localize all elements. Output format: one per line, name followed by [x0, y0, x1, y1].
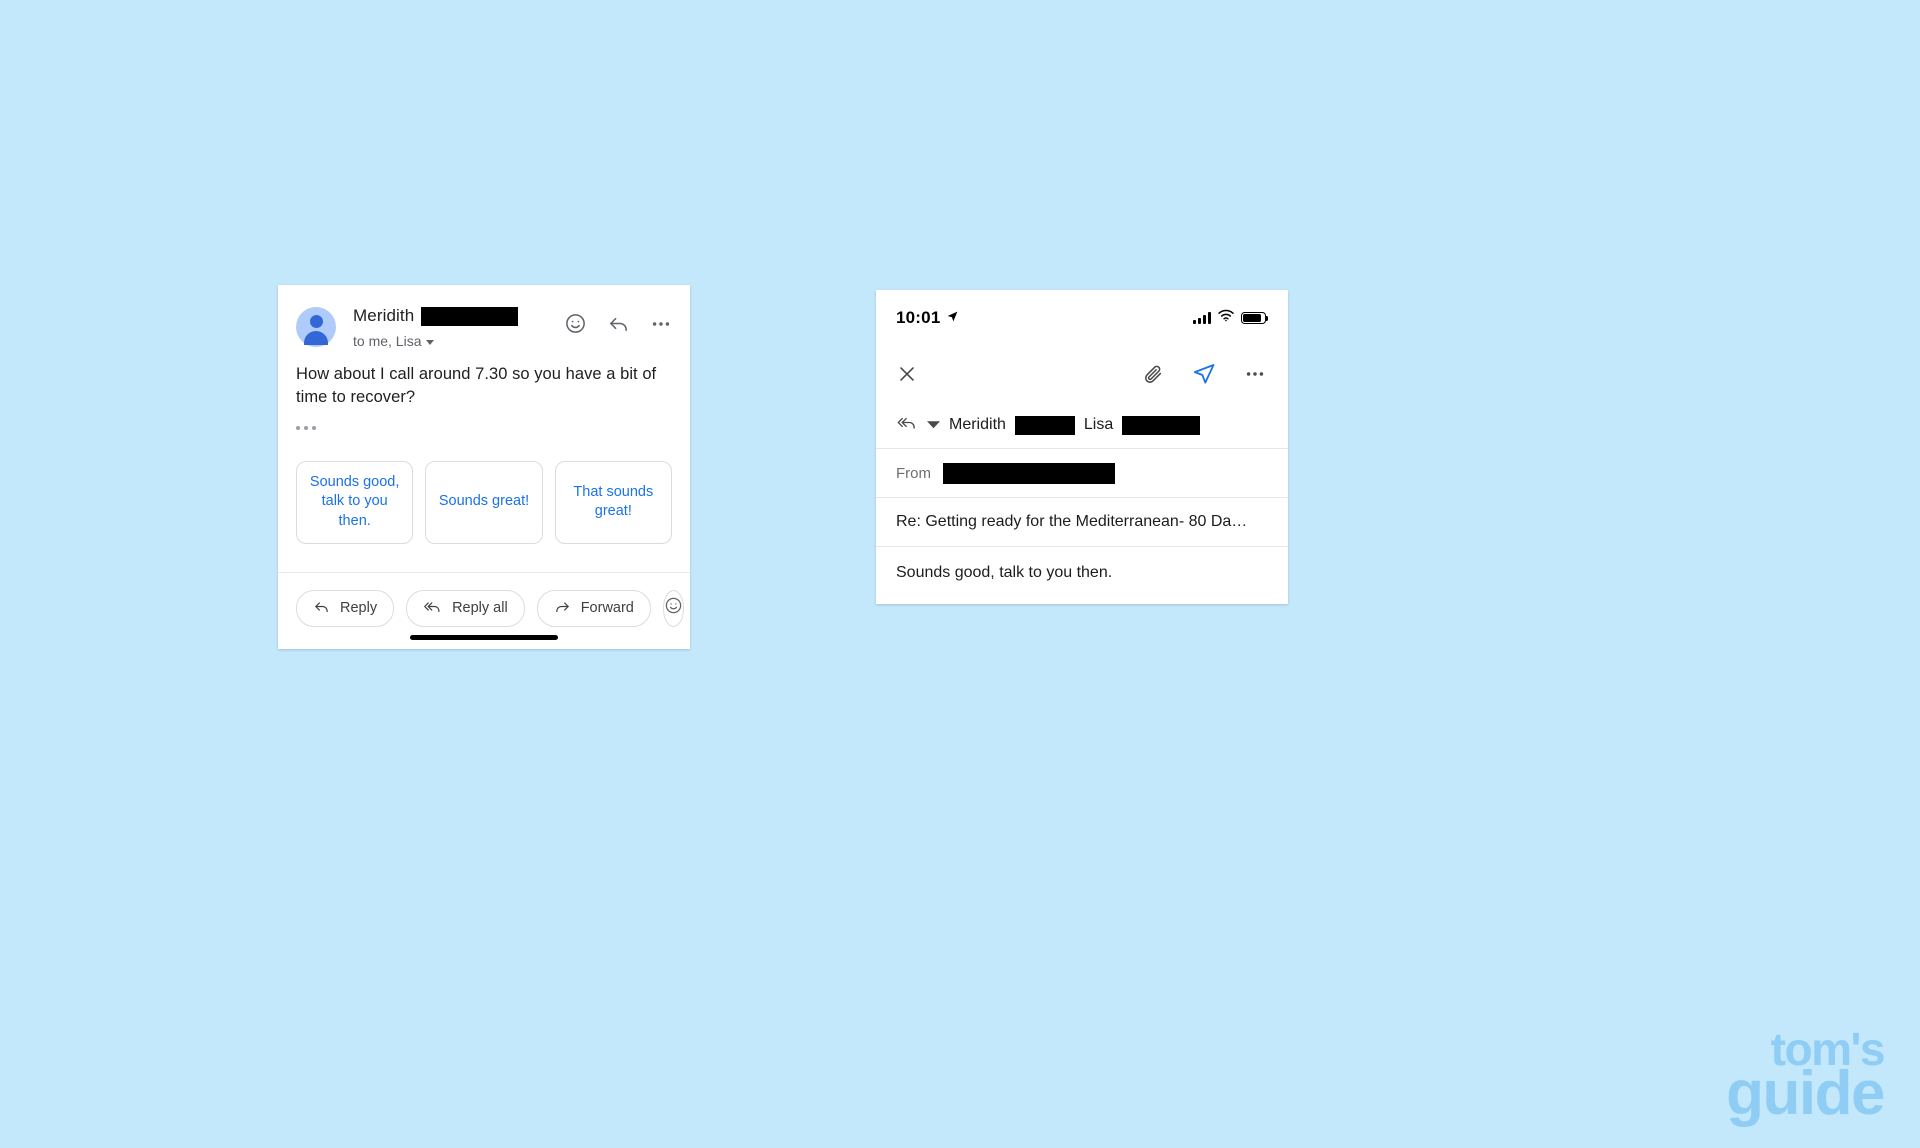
recipient-1-redacted	[1014, 415, 1075, 435]
reply-button[interactable]: Reply	[296, 589, 395, 627]
body-text: Sounds good, talk to you then.	[896, 563, 1113, 581]
toolbar-right-icons	[1142, 362, 1266, 386]
wifi-icon	[1218, 309, 1234, 327]
paperclip-icon[interactable]	[1142, 363, 1164, 385]
from-label: From	[896, 464, 931, 482]
expand-quoted-text-icon[interactable]	[296, 425, 316, 430]
sender-email-redacted	[421, 306, 519, 326]
reply-all-button-label: Reply all	[452, 600, 508, 617]
sender-name-line: Meridith	[353, 306, 564, 326]
subject-text: Re: Getting ready for the Mediterranean-…	[896, 513, 1248, 530]
from-address-redacted	[943, 462, 1115, 484]
reply-icon[interactable]	[607, 312, 630, 335]
message-actions: Reply Reply all Forward	[278, 573, 690, 627]
forward-button-label: Forward	[580, 600, 634, 617]
status-time-group: 10:01	[896, 308, 959, 328]
message-text: How about I call around 7.30 so you have…	[296, 365, 657, 407]
header-action-icons	[564, 305, 672, 335]
recipients-row[interactable]: Meridith Lisa	[876, 402, 1288, 448]
watermark-line-2: guide	[1726, 1059, 1885, 1129]
recipient-name-1: Meridith	[949, 416, 1006, 433]
avatar	[296, 307, 336, 347]
sender-name: Meridith	[353, 306, 415, 325]
emoji-reaction-button[interactable]	[662, 589, 684, 627]
subject-row[interactable]: Re: Getting ready for the Mediterranean-…	[876, 497, 1288, 546]
emoji-icon[interactable]	[564, 312, 587, 335]
message-body: How about I call around 7.30 so you have…	[278, 349, 690, 435]
send-paper-plane-icon[interactable]	[1192, 362, 1216, 386]
home-indicator-wrap	[278, 635, 690, 649]
recipient-2-redacted	[1122, 415, 1201, 435]
gmail-message-header: Meridith to me, Lisa	[278, 285, 690, 349]
emoji-smiley-icon	[664, 596, 683, 620]
recipient-name-2: Lisa	[1083, 416, 1114, 433]
reply-all-arrow-icon	[423, 598, 442, 619]
status-indicators	[1193, 309, 1269, 327]
body-row[interactable]: Sounds good, talk to you then.	[876, 546, 1288, 598]
smart-reply-chips: Sounds good, talk to you then. Sounds gr…	[278, 435, 690, 544]
chevron-down-icon[interactable]	[426, 339, 435, 345]
reply-button-label: Reply	[340, 600, 378, 617]
ios-compose-toolbar	[876, 346, 1288, 402]
chevron-down-icon[interactable]	[927, 416, 940, 434]
battery-icon	[1241, 311, 1269, 325]
from-row[interactable]: From	[876, 448, 1288, 497]
home-indicator	[410, 635, 558, 640]
more-options-icon[interactable]	[1244, 363, 1266, 385]
recipients-label: to me, Lisa	[353, 333, 422, 349]
location-arrow-icon	[946, 308, 959, 328]
forward-arrow-icon	[554, 598, 571, 619]
smart-reply-chip-2[interactable]: Sounds great!	[425, 460, 543, 544]
recipients-line[interactable]: to me, Lisa	[353, 333, 564, 349]
reply-all-icon	[896, 413, 918, 437]
more-options-icon[interactable]	[650, 313, 672, 335]
sender-info: Meridith to me, Lisa	[353, 305, 564, 349]
smart-reply-chip-3[interactable]: That sounds great!	[554, 460, 672, 544]
ios-status-bar: 10:01	[876, 290, 1288, 346]
watermark: tom's guide	[1726, 1027, 1885, 1129]
ios-compose-card: 10:01 Meridith Lisa From Re: Getting rea…	[876, 290, 1288, 604]
cellular-signal-icon	[1193, 312, 1211, 324]
gmail-message-card: Meridith to me, Lisa How about I call ar…	[278, 285, 690, 649]
reply-all-button[interactable]: Reply all	[406, 589, 525, 627]
reply-arrow-icon	[313, 598, 330, 619]
smart-reply-chip-1[interactable]: Sounds good, talk to you then.	[296, 460, 414, 544]
status-time: 10:01	[896, 308, 941, 327]
close-x-icon[interactable]	[896, 363, 918, 385]
forward-button[interactable]: Forward	[536, 589, 651, 627]
